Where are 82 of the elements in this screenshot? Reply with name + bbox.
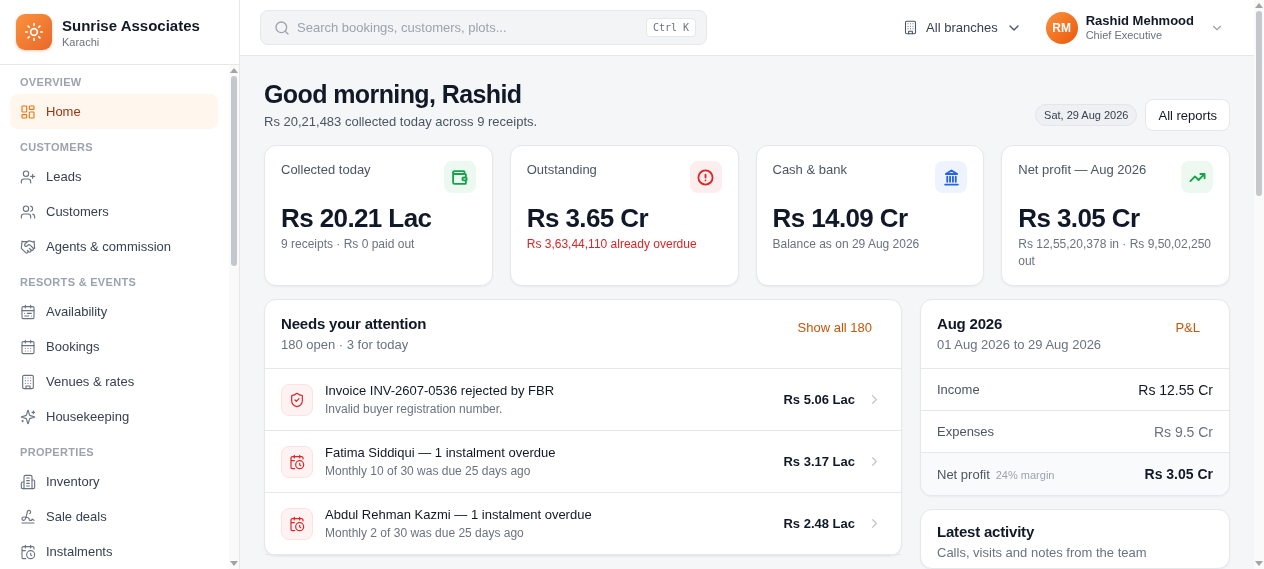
nav-item[interactable]: Leads [10, 159, 218, 194]
building-icon [903, 20, 919, 35]
item-amount: Rs 2.48 Lac [783, 516, 855, 531]
item-detail: Monthly 2 of 30 was due 25 days ago [325, 525, 525, 541]
nav-item[interactable]: Bookings [10, 329, 218, 364]
item-detail: Invalid buyer registration number. [325, 401, 504, 417]
nav-item[interactable]: Availability [10, 294, 218, 329]
nav-item[interactable]: Agents & commission [10, 229, 218, 264]
calendar-clock-icon [289, 515, 305, 532]
kpi-note: Rs 12,55,20,378 in · Rs 9,50,02,250 out [1018, 236, 1213, 270]
item-title: Invoice INV-2607-0536 rejected by FBR [325, 382, 556, 400]
nav-section-title: OVERVIEW [19, 75, 83, 90]
kpi-value: Rs 20.21 Lac [281, 202, 433, 234]
handshake-icon [20, 238, 36, 255]
kpi-note: 9 receipts · Rs 0 paid out [281, 236, 416, 253]
panel-title: Latest activity [937, 522, 1036, 542]
users-icon [20, 203, 36, 220]
kpi-value: Rs 14.09 Cr [772, 202, 909, 234]
sparkles-icon [20, 408, 36, 425]
kpi-note: Balance as on 29 Aug 2026 [772, 236, 921, 253]
calendar-clock-icon [20, 543, 36, 560]
shortcut-hint: Ctrl K [645, 18, 696, 37]
row-label: Net profit [937, 466, 990, 482]
kpi-label: Net profit — Aug 2026 [1018, 161, 1147, 179]
nav-item[interactable]: Home [10, 94, 218, 129]
company-location: Karachi [62, 34, 101, 49]
panel-title: Aug 2026 [937, 314, 1004, 334]
nav-item[interactable]: Inventory [10, 464, 218, 499]
attention-item[interactable]: Invoice INV-2607-0536 rejected by FBR Invalid buyer registration number. Rs 5.06 Lac [265, 369, 901, 431]
show-all-link[interactable]: Show all 180 [785, 314, 884, 341]
user-name: Rashid Mehmood [1085, 13, 1194, 29]
calendar-icon [20, 338, 36, 355]
row-label: Income [937, 382, 980, 397]
kpi-label: Collected today [281, 161, 371, 179]
kpi-value: Rs 3.05 Cr [1018, 202, 1141, 234]
shield-check-icon [289, 391, 305, 408]
row-value: Rs 9.5 Cr [1153, 423, 1213, 440]
greeting-title: Good morning, Rashid [264, 79, 523, 109]
sun-icon [24, 22, 44, 42]
calendar-clock-icon [289, 453, 305, 470]
item-amount: Rs 5.06 Lac [783, 392, 855, 407]
panel-subtitle: 180 open · 3 for today [281, 336, 410, 354]
kpi-label: Outstanding [526, 161, 597, 179]
attention-item[interactable]: Fatima Siddiqui — 1 instalment overdue Monthly 10 of 30 was due 25 days ago Rs 3.17 Lac [265, 431, 901, 493]
building-icon [20, 473, 36, 490]
all-reports-button[interactable]: All reports [1145, 99, 1230, 131]
attention-item[interactable]: Abdul Rehman Kazmi — 1 instalment overdue Monthly 2 of 30 was due 25 days ago Rs 2.48 Lac [265, 493, 901, 555]
nav-item[interactable]: Venues & rates [10, 364, 218, 399]
greeting-subtitle: Rs 20,21,483 collected today across 9 receipts. [264, 113, 538, 131]
signature-icon [20, 508, 36, 525]
kpi-value: Rs 3.65 Cr [526, 202, 650, 234]
kpi-label: Cash & bank [772, 161, 847, 179]
scrollbar[interactable] [1254, 0, 1264, 569]
nav-section-title: PROPERTIES [19, 445, 95, 460]
nav-item[interactable]: Instalments [10, 534, 218, 569]
panel-subtitle: 01 Aug 2026 to 29 Aug 2026 [937, 336, 1102, 354]
date-chip: Sat, 29 Aug 2026 [1035, 104, 1138, 126]
item-title: Abdul Rehman Kazmi — 1 instalment overdue [325, 506, 593, 524]
row-value: Rs 12.55 Cr [1138, 381, 1213, 398]
company-name: Sunrise Associates [62, 15, 200, 35]
nav-item[interactable]: Sale deals [10, 499, 218, 534]
row-value: Rs 3.05 Cr [1144, 466, 1213, 482]
pnl-link[interactable]: P&L [1163, 314, 1212, 341]
dashboard-icon [20, 103, 36, 120]
row-label: Expenses [937, 424, 995, 439]
branch-picker[interactable]: All branches [901, 15, 1024, 40]
item-title: Fatima Siddiqui — 1 instalment overdue [325, 444, 557, 462]
panel-subtitle: Calls, visits and notes from the team [937, 544, 1148, 562]
user-role: Chief Executive [1085, 29, 1164, 42]
panel-title: Needs your attention [281, 314, 427, 334]
kpi-note: Rs 3,63,44,110 already overdue [526, 236, 698, 253]
nav-item[interactable]: Housekeeping [10, 399, 218, 434]
search-icon [274, 20, 290, 36]
margin-note: 24% margin [995, 468, 1055, 481]
nav-section-title: CUSTOMERS [19, 140, 94, 155]
nav-item[interactable]: Customers [10, 194, 218, 229]
building-icon [20, 373, 36, 390]
calendar-icon [20, 303, 36, 320]
item-detail: Monthly 10 of 30 was due 25 days ago [325, 463, 532, 479]
nav-section-title: RESORTS & EVENTS [19, 275, 138, 290]
item-amount: Rs 3.17 Lac [783, 454, 855, 469]
user-plus-icon [20, 168, 36, 185]
